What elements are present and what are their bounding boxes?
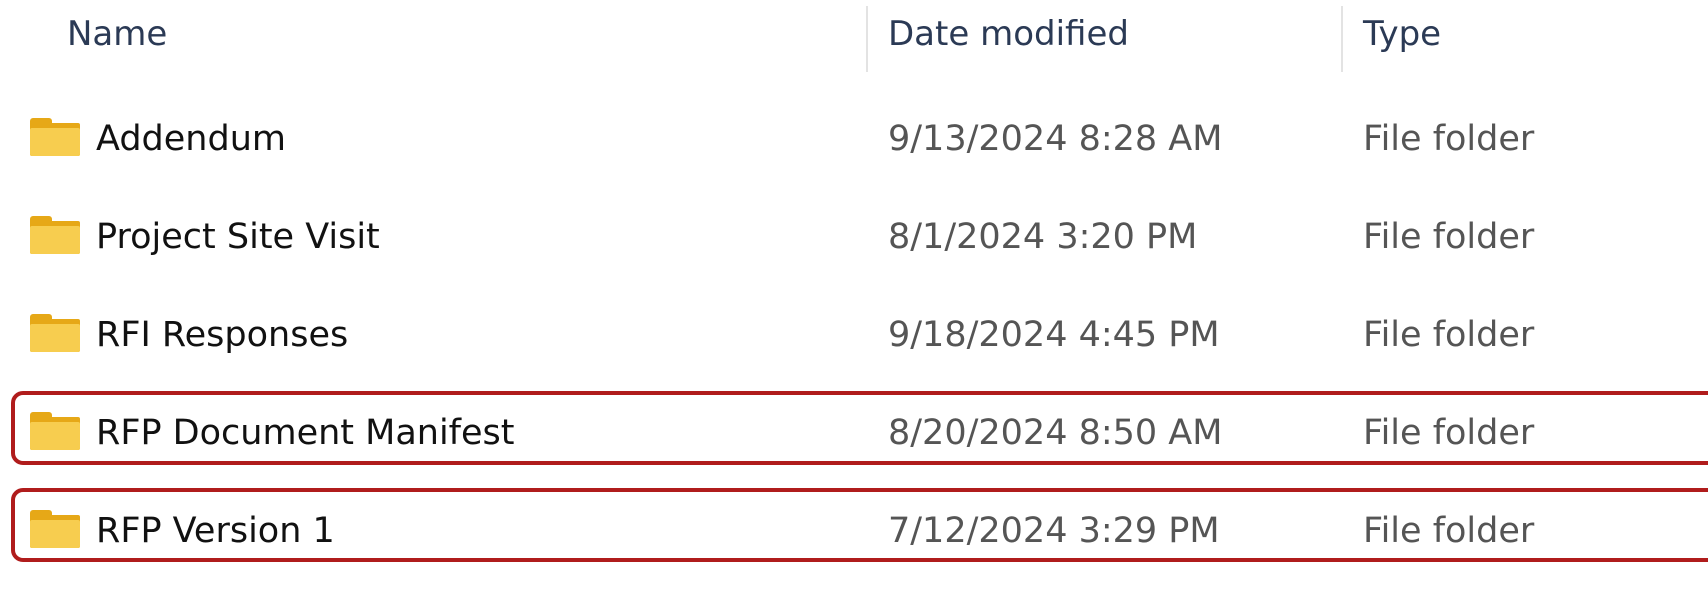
column-header-type[interactable]: Type bbox=[1363, 0, 1441, 68]
folder-icon bbox=[30, 510, 80, 548]
file-date-modified: 9/13/2024 8:28 AM bbox=[888, 119, 1223, 159]
column-divider[interactable] bbox=[866, 6, 868, 72]
column-header-name[interactable]: Name bbox=[67, 0, 167, 68]
file-name: RFP Document Manifest bbox=[96, 413, 515, 453]
file-row-addendum[interactable]: Addendum 9/13/2024 8:28 AM File folder bbox=[0, 90, 1708, 188]
file-type: File folder bbox=[1363, 315, 1535, 355]
folder-icon bbox=[30, 412, 80, 450]
file-name: RFI Responses bbox=[96, 315, 349, 355]
file-row-rfp-document-manifest[interactable]: RFP Document Manifest 8/20/2024 8:50 AM … bbox=[0, 384, 1708, 482]
file-date-modified: 7/12/2024 3:29 PM bbox=[888, 511, 1220, 551]
file-row-rfi-responses[interactable]: RFI Responses 9/18/2024 4:45 PM File fol… bbox=[0, 286, 1708, 384]
file-date-modified: 9/18/2024 4:45 PM bbox=[888, 315, 1220, 355]
file-name: RFP Version 1 bbox=[96, 511, 335, 551]
column-header-bar: Name Date modified Type bbox=[0, 0, 1708, 74]
file-type: File folder bbox=[1363, 413, 1535, 453]
folder-icon bbox=[30, 118, 80, 156]
file-name: Project Site Visit bbox=[96, 217, 380, 257]
file-date-modified: 8/20/2024 8:50 AM bbox=[888, 413, 1223, 453]
file-date-modified: 8/1/2024 3:20 PM bbox=[888, 217, 1198, 257]
file-type: File folder bbox=[1363, 119, 1535, 159]
folder-icon bbox=[30, 314, 80, 352]
column-divider[interactable] bbox=[1341, 6, 1343, 72]
file-type: File folder bbox=[1363, 511, 1535, 551]
folder-icon bbox=[30, 216, 80, 254]
column-header-date-modified[interactable]: Date modified bbox=[888, 0, 1129, 68]
file-name: Addendum bbox=[96, 119, 286, 159]
file-row-project-site-visit[interactable]: Project Site Visit 8/1/2024 3:20 PM File… bbox=[0, 188, 1708, 286]
file-row-rfp-version-1[interactable]: RFP Version 1 7/12/2024 3:29 PM File fol… bbox=[0, 482, 1708, 580]
file-type: File folder bbox=[1363, 217, 1535, 257]
